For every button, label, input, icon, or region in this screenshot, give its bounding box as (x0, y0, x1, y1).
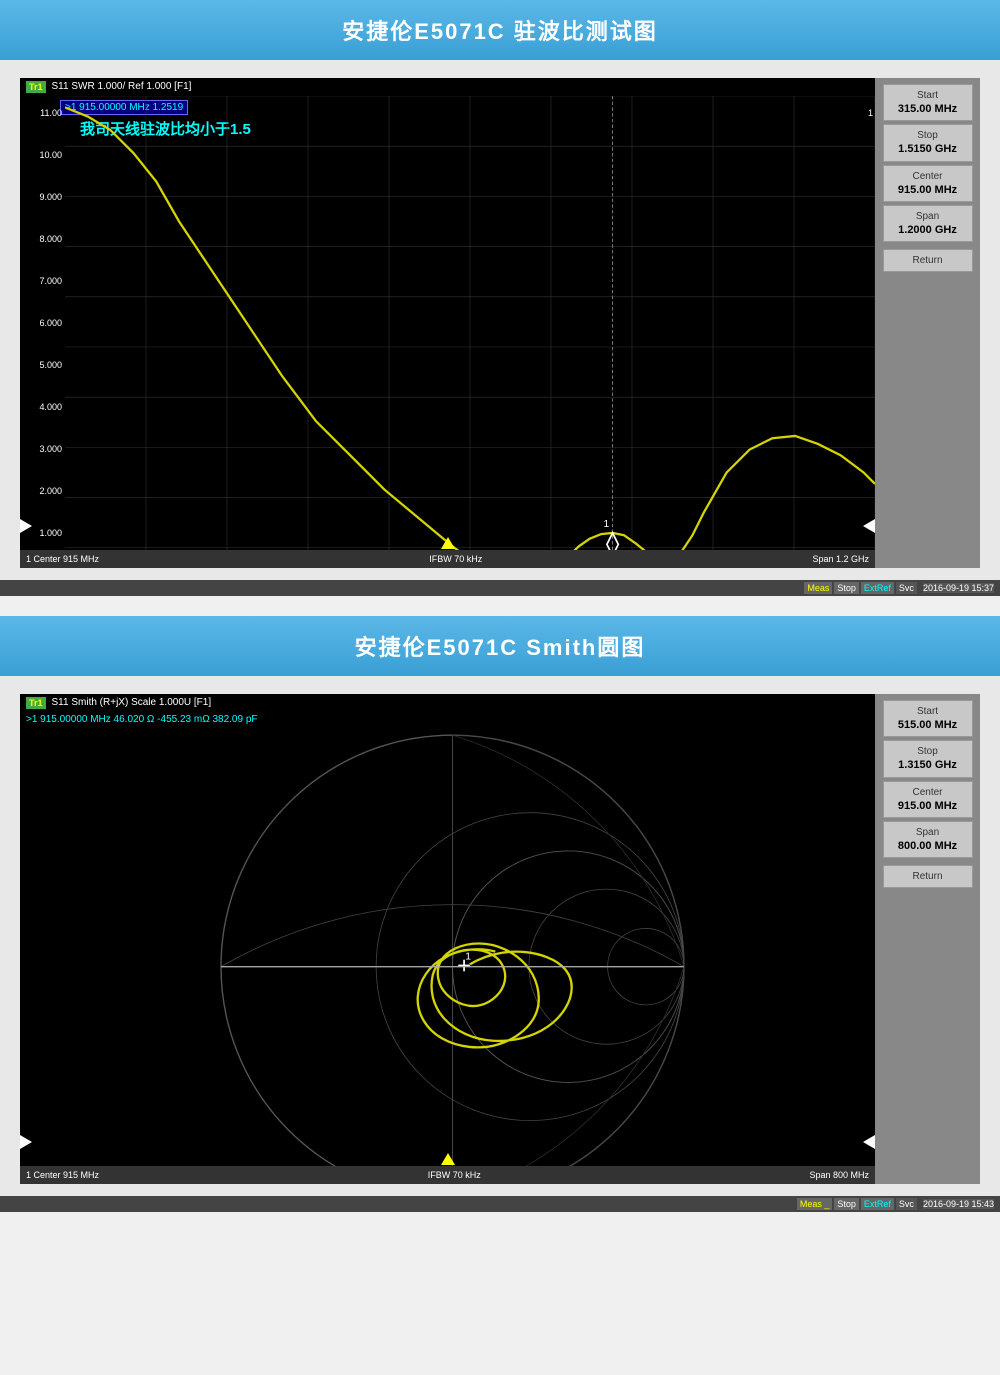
chart1-bottom-right: Span 1.2 GHz (812, 554, 869, 564)
svg-text:1: 1 (465, 952, 471, 963)
start-label-1: Start (886, 89, 970, 102)
return-label-2: Return (886, 870, 970, 883)
smith-svg: 1 (30, 712, 875, 1184)
swr-svg: 1 (65, 96, 875, 568)
smith-left-arrow (20, 1135, 32, 1149)
tr1-badge: Tr1 (26, 81, 46, 93)
chart2-bottom-bar: 1 Center 915 MHz IFBW 70 kHz Span 800 MH… (20, 1166, 875, 1184)
stop-label-1: Stop (886, 129, 970, 142)
y-label-11: 11.00 (24, 108, 62, 118)
start-value-1: 315.00 MHz (886, 102, 970, 116)
y-label-4: 4.000 (24, 402, 62, 412)
y-label-10: 10.00 (24, 150, 62, 160)
center-btn-2[interactable]: Center 915.00 MHz (883, 781, 973, 818)
status-stop-1: Stop (834, 582, 859, 594)
chart2-bottom-right: Span 800 MHz (809, 1170, 869, 1180)
right-arrow (863, 519, 875, 533)
instrument-block-2: Tr1 S11 Smith (R+jX) Scale 1.000U [F1] >… (0, 676, 1000, 1196)
chart2-header-text: S11 Smith (R+jX) Scale 1.000U [F1] (52, 697, 212, 709)
y-label-2: 2.000 (24, 486, 62, 496)
status-extref-2: ExtRef (861, 1198, 894, 1210)
stop-value-1: 1.5150 GHz (886, 142, 970, 156)
status-svc-2: Svc (896, 1198, 917, 1210)
instrument-block-1: Tr1 S11 SWR 1.000/ Ref 1.000 [F1] >1 915… (0, 60, 1000, 580)
span-btn-2[interactable]: Span 800.00 MHz (883, 821, 973, 858)
chart1-bottom-center: IFBW 70 kHz (429, 554, 482, 564)
span-label-1: Span (886, 210, 970, 223)
svg-text:1: 1 (603, 519, 609, 530)
status-bar-1: Meas Stop ExtRef Svc 2016-09-19 15:37 (0, 580, 1000, 596)
side-panel-2: Start 515.00 MHz Stop 1.3150 GHz Center … (875, 694, 980, 1184)
smith-bottom-triangle (441, 1153, 455, 1165)
center-value-1: 915.00 MHz (886, 183, 970, 197)
chart1-header-text: S11 SWR 1.000/ Ref 1.000 [F1] (52, 81, 192, 93)
y-label-6: 6.000 (24, 318, 62, 328)
y-label-8: 8.000 (24, 234, 62, 244)
span-btn-1[interactable]: Span 1.2000 GHz (883, 205, 973, 242)
start-value-2: 515.00 MHz (886, 718, 970, 732)
chart2-bottom-left: 1 Center 915 MHz (26, 1170, 99, 1180)
y-label-5: 5.000 (24, 360, 62, 370)
status-extref-1: ExtRef (861, 582, 894, 594)
center-value-2: 915.00 MHz (886, 799, 970, 813)
span-label-2: Span (886, 826, 970, 839)
side-panel-1: Start 315.00 MHz Stop 1.5150 GHz Center … (875, 78, 980, 568)
title2-text: 安捷伦E5071C Smith圆图 (355, 635, 646, 660)
section-gap (0, 596, 1000, 616)
section2-title: 安捷伦E5071C Smith圆图 (0, 616, 1000, 676)
smith-right-arrow (863, 1135, 875, 1149)
y-label-9: 9.000 (24, 192, 62, 202)
status-meas-1: Meas (804, 582, 832, 594)
status-time-2: 2016-09-19 15:43 (923, 1199, 994, 1209)
center-label-1: Center (886, 170, 970, 183)
status-meas-2: Meas _ (797, 1198, 833, 1210)
start-label-2: Start (886, 705, 970, 718)
center-btn-1[interactable]: Center 915.00 MHz (883, 165, 973, 202)
smith-chart-area: Tr1 S11 Smith (R+jX) Scale 1.000U [F1] >… (20, 694, 875, 1184)
section1-title: 安捷伦E5071C 驻波比测试图 (0, 0, 1000, 60)
y-label-3: 3.000 (24, 444, 62, 454)
return-btn-1[interactable]: Return (883, 249, 973, 272)
chart1-header: Tr1 S11 SWR 1.000/ Ref 1.000 [F1] (20, 78, 875, 93)
title1-text: 安捷伦E5071C 驻波比测试图 (342, 19, 658, 44)
stop-value-2: 1.3150 GHz (886, 758, 970, 772)
status-bar-2: Meas _ Stop ExtRef Svc 2016-09-19 15:43 (0, 1196, 1000, 1212)
stop-label-2: Stop (886, 745, 970, 758)
stop-btn-2[interactable]: Stop 1.3150 GHz (883, 740, 973, 777)
span-value-1: 1.2000 GHz (886, 223, 970, 237)
left-arrow (20, 519, 32, 533)
start-btn-1[interactable]: Start 315.00 MHz (883, 84, 973, 121)
chart2-header: Tr1 S11 Smith (R+jX) Scale 1.000U [F1] (20, 694, 875, 709)
span-value-2: 800.00 MHz (886, 839, 970, 853)
status-svc-1: Svc (896, 582, 917, 594)
corner-marker: 1 (868, 108, 873, 118)
tr1-badge-2: Tr1 (26, 697, 46, 709)
chart1-bottom-bar: 1 Center 915 MHz IFBW 70 kHz Span 1.2 GH… (20, 550, 875, 568)
return-btn-2[interactable]: Return (883, 865, 973, 888)
return-label-1: Return (886, 254, 970, 267)
chart2-bottom-center: IFBW 70 kHz (428, 1170, 481, 1180)
stop-btn-1[interactable]: Stop 1.5150 GHz (883, 124, 973, 161)
y-label-7: 7.000 (24, 276, 62, 286)
bottom-triangle (441, 537, 455, 549)
center-label-2: Center (886, 786, 970, 799)
y-axis-labels: 11.00 10.00 9.000 8.000 7.000 6.000 5.00… (24, 108, 62, 538)
swr-chart-area: Tr1 S11 SWR 1.000/ Ref 1.000 [F1] >1 915… (20, 78, 875, 568)
status-stop-2: Stop (834, 1198, 859, 1210)
status-time-1: 2016-09-19 15:37 (923, 583, 994, 593)
start-btn-2[interactable]: Start 515.00 MHz (883, 700, 973, 737)
chart1-bottom-left: 1 Center 915 MHz (26, 554, 99, 564)
